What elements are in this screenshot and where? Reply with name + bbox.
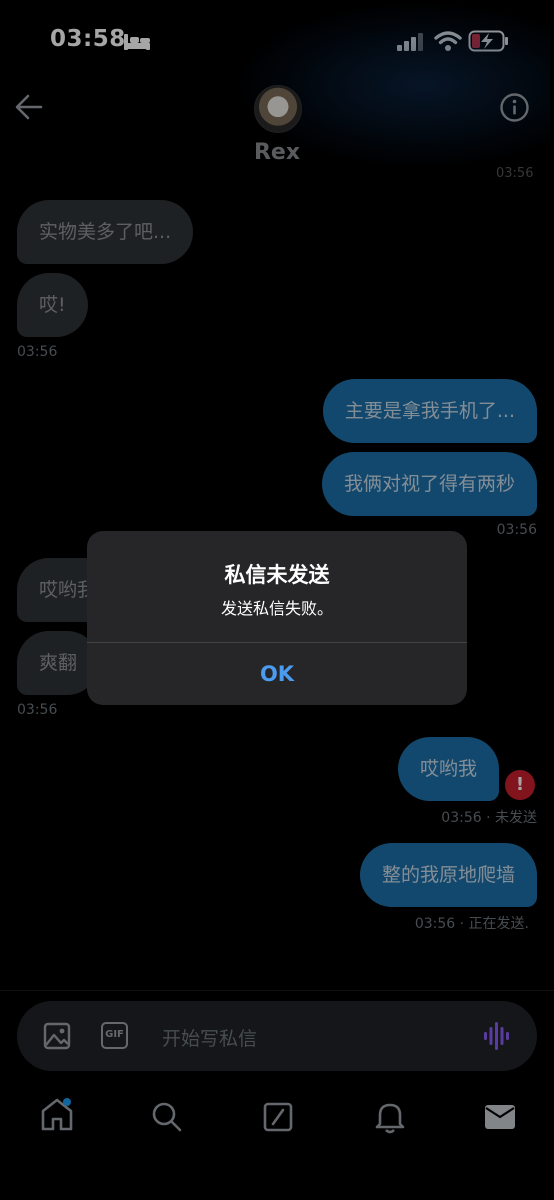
notifications-icon[interactable] bbox=[375, 1100, 405, 1134]
message-timestamp: 03:56 bbox=[496, 522, 537, 538]
message-composer bbox=[17, 1001, 537, 1071]
search-icon[interactable] bbox=[151, 1101, 183, 1133]
messages-icon[interactable] bbox=[484, 1104, 516, 1130]
avatar[interactable] bbox=[254, 85, 302, 133]
message-status-failed: 03:56 · 未发送 bbox=[441, 810, 537, 826]
gif-icon[interactable]: GIF bbox=[101, 1022, 128, 1049]
contact-name[interactable]: Rex bbox=[0, 140, 554, 165]
message-bubble-outgoing[interactable]: 整的我原地爬墙 bbox=[359, 843, 537, 907]
composer-divider bbox=[0, 990, 554, 991]
message-status-sending: 03:56 · 正在发送. bbox=[414, 916, 529, 932]
ok-button[interactable]: OK bbox=[87, 643, 467, 705]
message-timestamp: 03:56 bbox=[17, 702, 58, 718]
error-icon[interactable]: ! bbox=[505, 770, 535, 800]
cut-timestamp: 03:56 bbox=[496, 166, 534, 181]
message-bubble-incoming[interactable]: 实物美多了吧... bbox=[17, 200, 194, 264]
message-bubble-outgoing[interactable]: 主要是拿我手机了... bbox=[322, 379, 537, 443]
home-icon[interactable] bbox=[40, 1097, 74, 1133]
message-bubble-outgoing[interactable]: 哎哟我 bbox=[397, 737, 499, 801]
message-bubble-incoming[interactable]: 哎! bbox=[17, 273, 88, 337]
message-timestamp: 03:56 bbox=[17, 344, 58, 360]
image-icon[interactable] bbox=[43, 1022, 71, 1050]
alert-title: 私信未发送 bbox=[224, 563, 330, 587]
message-bubble-outgoing[interactable]: 我俩对视了得有两秒 bbox=[321, 452, 537, 516]
alert-dialog: 私信未发送 发送私信失败。 OK bbox=[87, 531, 467, 705]
alert-message: 发送私信失败。 bbox=[220, 599, 333, 618]
grok-icon[interactable] bbox=[263, 1102, 293, 1132]
info-icon[interactable] bbox=[499, 92, 530, 123]
status-time: 03:58 bbox=[50, 26, 126, 52]
bottom-navigation bbox=[0, 1082, 554, 1200]
back-arrow-icon[interactable] bbox=[14, 93, 44, 121]
sleep-icon bbox=[124, 34, 150, 50]
message-input[interactable]: 开始写私信 bbox=[162, 1024, 257, 1051]
gif-label: GIF bbox=[105, 1029, 124, 1040]
voice-message-icon[interactable] bbox=[483, 1021, 511, 1051]
